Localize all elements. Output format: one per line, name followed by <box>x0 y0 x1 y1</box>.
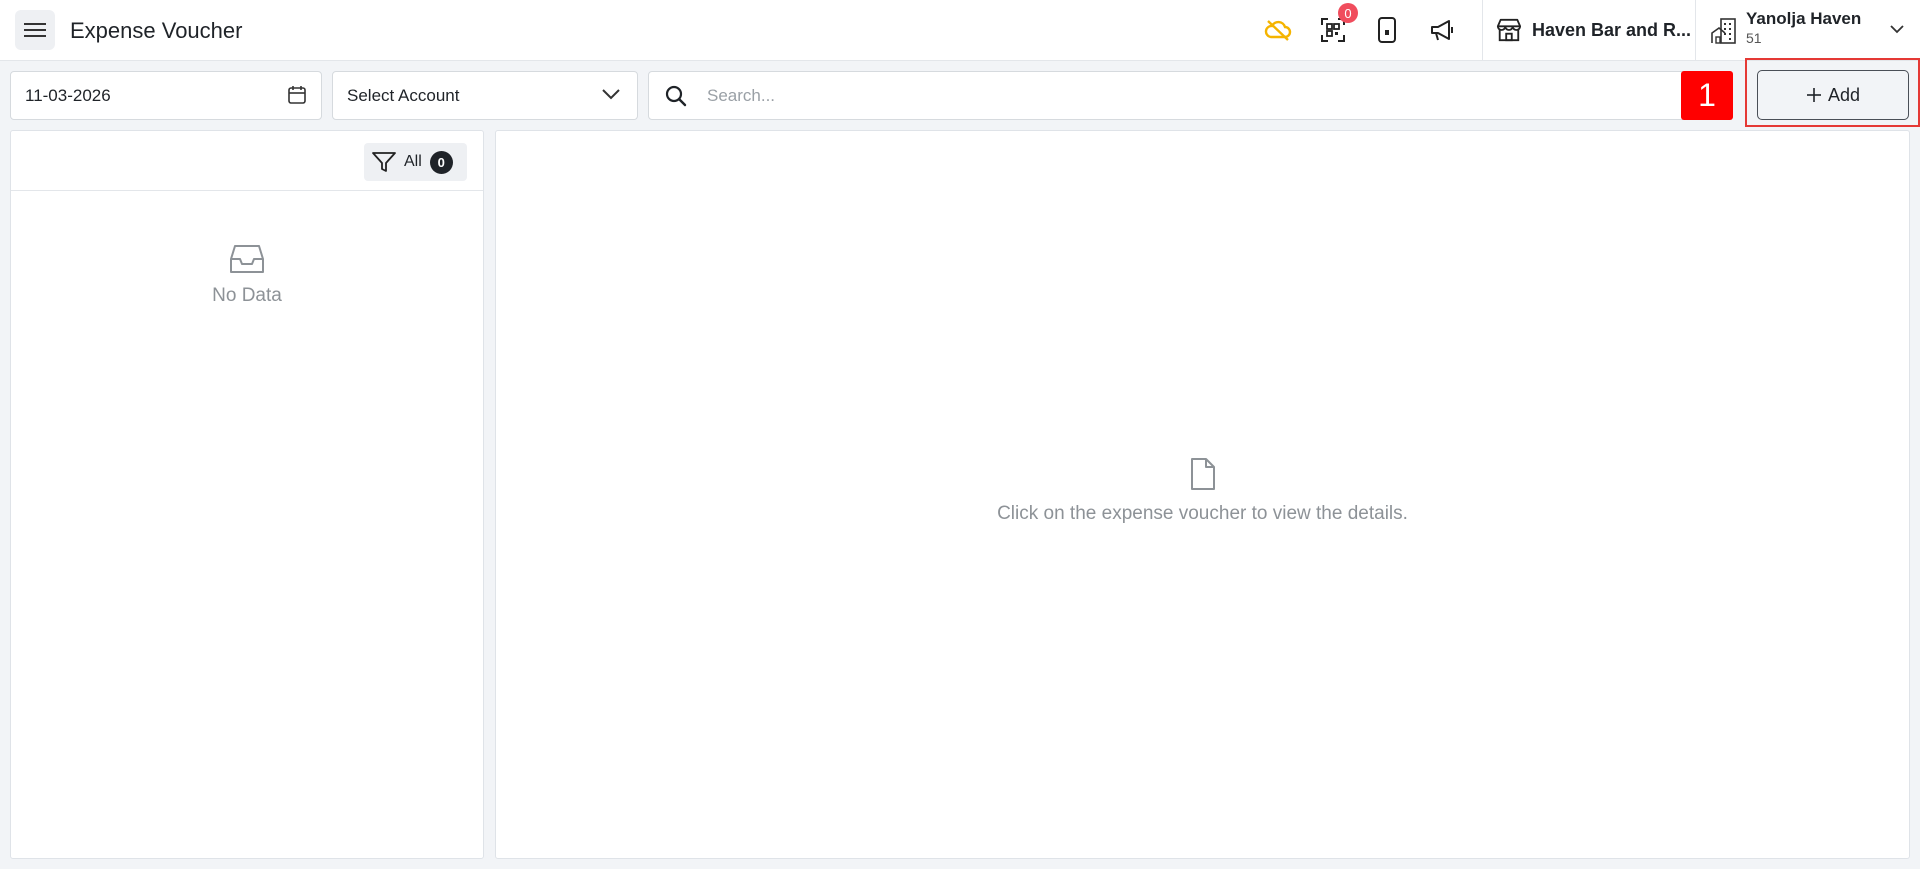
filter-bar: All 0 <box>11 131 483 191</box>
filter-count-badge: 0 <box>429 150 453 174</box>
outlet-selector[interactable]: Haven Bar and R... <box>1496 0 1691 60</box>
hotel-info: Yanolja Haven 51 <box>1746 9 1861 47</box>
mobile-button[interactable] <box>1370 13 1404 47</box>
empty-state-text: No Data <box>212 285 282 306</box>
filter-button[interactable]: All 0 <box>364 143 467 181</box>
header-divider <box>1695 0 1696 60</box>
calendar-icon[interactable] <box>287 85 307 105</box>
notification-badge: 0 <box>1338 3 1358 23</box>
outlet-name: Haven Bar and R... <box>1531 19 1691 40</box>
add-button[interactable]: Add <box>1757 70 1909 120</box>
voucher-list-panel: All 0 No Data <box>10 130 484 859</box>
hotel-code: 51 <box>1746 30 1762 46</box>
date-value: 11-03-2026 <box>25 85 111 105</box>
mobile-icon <box>1378 17 1396 43</box>
hotel-building-icon <box>1711 18 1736 44</box>
plus-icon <box>1806 88 1821 102</box>
voucher-detail-panel: Click on the expense voucher to view the… <box>495 130 1910 859</box>
chevron-down-icon <box>1890 25 1904 34</box>
menu-button[interactable] <box>15 10 55 50</box>
announcements-button[interactable] <box>1425 13 1459 47</box>
filter-label: All <box>404 153 422 170</box>
header-divider <box>1482 0 1483 60</box>
detail-empty-state: Click on the expense voucher to view the… <box>496 457 1909 525</box>
empty-state: No Data <box>11 243 483 307</box>
filter-icon <box>372 152 396 172</box>
menu-icon <box>24 23 46 37</box>
account-select-value: Select Account <box>347 85 460 105</box>
megaphone-icon <box>1431 20 1453 41</box>
qr-scan-button[interactable]: 0 <box>1316 3 1358 47</box>
sync-status-button[interactable] <box>1261 13 1295 47</box>
hotel-selector[interactable]: Yanolja Haven 51 <box>1708 0 1920 60</box>
step-marker: 1 <box>1681 71 1733 120</box>
chevron-down-icon <box>602 89 620 100</box>
search-icon <box>665 85 687 107</box>
hotel-name: Yanolja Haven <box>1746 9 1862 28</box>
search-box <box>648 71 1726 120</box>
date-picker[interactable]: 11-03-2026 <box>10 71 322 120</box>
detail-empty-text: Click on the expense voucher to view the… <box>997 503 1408 524</box>
store-icon <box>1496 18 1522 42</box>
search-input[interactable] <box>707 72 1707 119</box>
page-title: Expense Voucher <box>70 18 243 43</box>
account-select[interactable]: Select Account <box>332 71 638 120</box>
inbox-icon <box>230 245 264 273</box>
document-icon <box>1190 458 1215 490</box>
app-header: Expense Voucher 0 Haven Bar and R... Yan… <box>0 0 1920 61</box>
add-button-label: Add <box>1827 84 1861 105</box>
cloud-off-icon <box>1264 20 1292 41</box>
